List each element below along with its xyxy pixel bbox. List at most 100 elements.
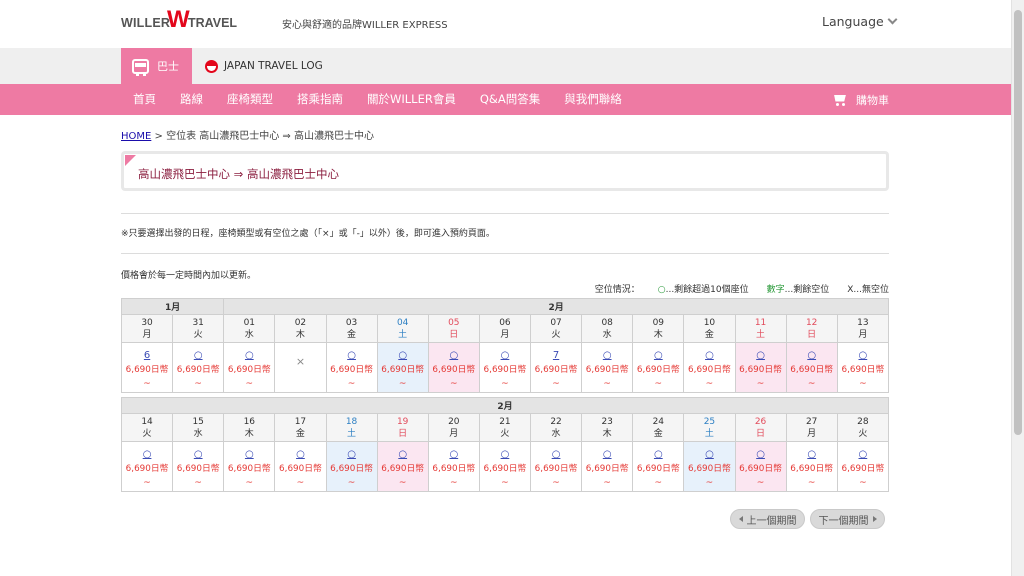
availability-symbol[interactable]: ○ — [378, 448, 428, 462]
availability-symbol[interactable]: ○ — [582, 349, 632, 363]
nav-boarding-guide[interactable]: 搭乘指南 — [285, 84, 355, 115]
availability-cell[interactable]: ○ 6,690日幣 ~ — [581, 441, 634, 492]
cart-link[interactable]: 購物車 — [832, 84, 889, 115]
availability-cell[interactable]: ○ 6,690日幣 ~ — [785, 441, 838, 492]
availability-cell[interactable]: ○ 6,690日幣 ~ — [836, 441, 890, 492]
availability-cell[interactable]: 7 6,690日幣 ~ — [529, 342, 583, 393]
day-header: 31 火 — [172, 314, 225, 343]
day-header: 01 水 — [223, 314, 276, 343]
availability-symbol[interactable]: ○ — [633, 349, 683, 363]
day-header: 13 月 — [836, 314, 890, 343]
tab-bus[interactable]: 巴士 — [121, 48, 192, 84]
availability-symbol[interactable]: ○ — [633, 448, 683, 462]
availability-symbol[interactable]: ○ — [327, 349, 377, 363]
availability-cell[interactable]: ○ 6,690日幣 ~ — [427, 441, 480, 492]
language-selector[interactable]: Language — [822, 14, 898, 29]
scrollbar-thumb[interactable] — [1014, 10, 1022, 435]
day-header: 20 月 — [427, 413, 480, 442]
availability-symbol[interactable]: ○ — [838, 448, 888, 462]
legend-cross-text: X...無空位 — [847, 285, 889, 295]
availability-cell[interactable]: ○ 6,690日幣 ~ — [785, 342, 838, 393]
day-number: 08 — [601, 317, 613, 328]
fare-price: 6,690日幣 — [585, 365, 629, 375]
divider — [121, 253, 889, 254]
breadcrumb-home-link[interactable]: HOME — [121, 131, 151, 142]
availability-cell[interactable]: ○ 6,690日幣 ~ — [683, 441, 736, 492]
availability-symbol[interactable]: ○ — [429, 448, 479, 462]
availability-symbol[interactable]: ○ — [684, 448, 734, 462]
availability-cell[interactable]: ○ 6,690日幣 ~ — [376, 342, 429, 393]
availability-cell[interactable]: ○ 6,690日幣 ~ — [734, 342, 787, 393]
prev-period-button[interactable]: 上一個期間 — [730, 509, 805, 529]
availability-symbol[interactable]: ○ — [736, 349, 786, 363]
availability-symbol[interactable]: 7 — [531, 349, 581, 363]
availability-cell[interactable]: ○ 6,690日幣 ~ — [120, 441, 174, 492]
fare-range-tilde: ~ — [347, 379, 356, 389]
weekday: 火 — [858, 428, 868, 439]
nav-faq[interactable]: Q&A問答集 — [468, 84, 552, 115]
availability-symbol[interactable]: ○ — [275, 448, 325, 462]
fare-range-tilde: ~ — [143, 379, 151, 389]
availability-symbol[interactable]: ○ — [480, 448, 530, 462]
availability-cell[interactable]: ○ 6,690日幣 ~ — [274, 441, 327, 492]
availability-symbol[interactable]: ○ — [736, 448, 786, 462]
availability-symbol: × — [295, 355, 306, 368]
next-period-button[interactable]: 下一個期間 — [810, 509, 885, 529]
availability-cell[interactable]: ○ 6,690日幣 ~ — [376, 441, 429, 492]
availability-cell[interactable]: ○ 6,690日幣 ~ — [223, 342, 276, 393]
availability-symbol[interactable]: ○ — [531, 448, 581, 462]
day-header: 18 土 — [325, 413, 378, 442]
day-header: 07 火 — [529, 314, 583, 343]
availability-cell[interactable]: 6 6,690日幣 ~ — [120, 342, 174, 393]
vertical-scrollbar[interactable] — [1011, 0, 1024, 576]
weekday: 土 — [704, 428, 714, 439]
availability-cell[interactable]: ○ 6,690日幣 ~ — [427, 342, 480, 393]
tab-japan-travel-log[interactable]: JAPAN TRAVEL LOG — [205, 48, 323, 84]
availability-cell[interactable]: ○ 6,690日幣 ~ — [836, 342, 890, 393]
availability-cell[interactable]: ○ 6,690日幣 ~ — [683, 342, 736, 393]
availability-cell[interactable]: ○ 6,690日幣 ~ — [172, 441, 225, 492]
day-header: 10 金 — [683, 314, 736, 343]
availability-cell[interactable]: ○ 6,690日幣 ~ — [632, 441, 685, 492]
day-number: 05 — [448, 317, 460, 328]
logo-w-mark: W — [167, 6, 190, 33]
nav-routes[interactable]: 路線 — [168, 84, 215, 115]
day-number: 07 — [550, 317, 562, 328]
availability-cell[interactable]: ○ 6,690日幣 ~ — [478, 441, 532, 492]
nav-home[interactable]: 首頁 — [121, 84, 168, 115]
availability-cell[interactable]: ○ 6,690日幣 ~ — [223, 441, 276, 492]
availability-cell[interactable]: ○ 6,690日幣 ~ — [172, 342, 225, 393]
route-title-box: 高山濃飛巴士中心 ⇒ 高山濃飛巴士中心 — [121, 151, 889, 191]
availability-symbol[interactable]: ○ — [378, 349, 428, 363]
availability-symbol[interactable]: ○ — [173, 349, 223, 363]
availability-cell[interactable]: ○ 6,690日幣 ~ — [529, 441, 583, 492]
day-header: 02 木 — [274, 314, 327, 343]
availability-symbol[interactable]: 6 — [122, 349, 172, 363]
availability-symbol[interactable]: ○ — [122, 448, 172, 462]
availability-symbol[interactable]: ○ — [173, 448, 223, 462]
availability-symbol[interactable]: ○ — [429, 349, 479, 363]
availability-symbol[interactable]: ○ — [327, 448, 377, 462]
chevron-down-icon — [887, 14, 898, 25]
availability-symbol[interactable]: ○ — [787, 448, 837, 462]
availability-cell[interactable]: ○ 6,690日幣 ~ — [581, 342, 634, 393]
availability-symbol[interactable]: ○ — [838, 349, 888, 363]
nav-contact[interactable]: 與我們聯絡 — [552, 84, 634, 115]
nav-about-membership[interactable]: 關於WILLER會員 — [355, 84, 468, 115]
availability-cell[interactable]: ○ 6,690日幣 ~ — [632, 342, 685, 393]
availability-symbol[interactable]: ○ — [684, 349, 734, 363]
availability-symbol[interactable]: ○ — [787, 349, 837, 363]
willer-travel-logo[interactable]: WILLER W TRAVEL — [121, 6, 241, 38]
day-number: 06 — [499, 317, 511, 328]
fare-price: 6,690日幣 — [125, 464, 169, 474]
availability-cell[interactable]: ○ 6,690日幣 ~ — [478, 342, 532, 393]
availability-cell[interactable]: ○ 6,690日幣 ~ — [325, 342, 378, 393]
availability-symbol[interactable]: ○ — [582, 448, 632, 462]
availability-cell[interactable]: ○ 6,690日幣 ~ — [325, 441, 378, 492]
nav-seat-types[interactable]: 座椅類型 — [215, 84, 285, 115]
availability-symbol[interactable]: ○ — [480, 349, 530, 363]
availability-symbol[interactable]: ○ — [224, 448, 274, 462]
weekday: 火 — [551, 329, 561, 340]
availability-cell[interactable]: ○ 6,690日幣 ~ — [734, 441, 787, 492]
availability-symbol[interactable]: ○ — [224, 349, 274, 363]
